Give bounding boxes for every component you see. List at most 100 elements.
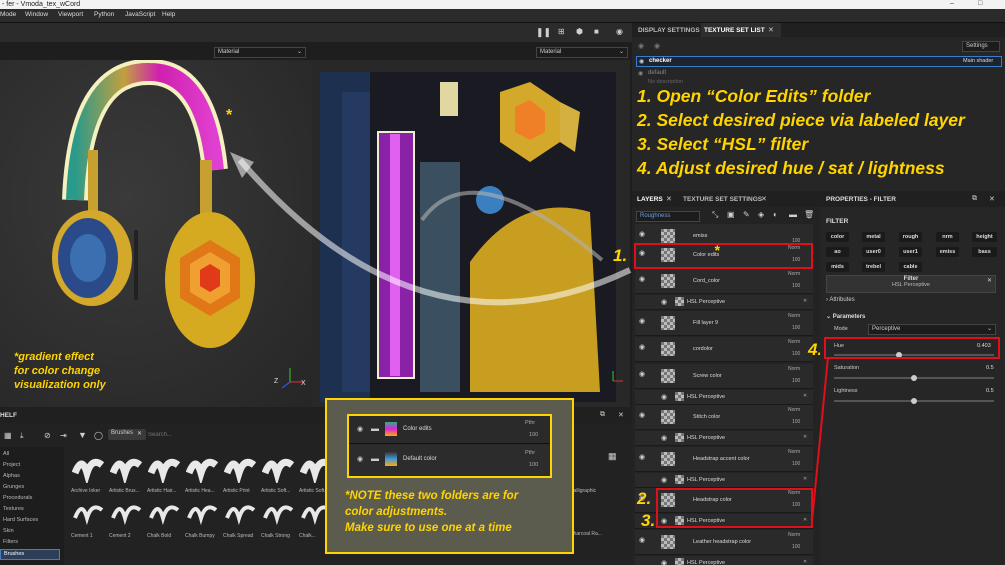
brush-label[interactable]: Chalk Spread xyxy=(223,533,253,539)
close-icon[interactable]: ✕ xyxy=(803,476,807,482)
chip-color[interactable]: color xyxy=(826,232,849,242)
eye-icon[interactable]: ◉ xyxy=(639,58,644,65)
close-icon[interactable]: ✕ xyxy=(803,559,807,565)
tab-texture-set-list[interactable]: TEXTURE SET LIST xyxy=(704,27,765,34)
chip-ao[interactable]: ao xyxy=(826,247,849,257)
chip-trebel[interactable]: trebel xyxy=(862,262,885,272)
blend-mode[interactable]: Norm xyxy=(788,449,800,455)
close-icon[interactable]: ✕ xyxy=(987,277,992,284)
eye-icon[interactable]: ◉ xyxy=(654,42,660,50)
lightness-slider[interactable] xyxy=(834,398,994,404)
close-icon[interactable]: ✕ xyxy=(618,411,624,419)
category-hard-surfaces[interactable]: Hard Surfaces xyxy=(3,517,38,523)
menu-mode[interactable]: Mode xyxy=(0,11,16,18)
eye-icon[interactable]: ◉ xyxy=(639,453,645,461)
brush-preview[interactable] xyxy=(224,451,258,483)
eye-icon[interactable]: ◉ xyxy=(661,476,667,484)
brush-label[interactable]: Cement 1 xyxy=(71,533,93,539)
chip-metal[interactable]: metal xyxy=(862,232,885,242)
opacity-value[interactable]: 100 xyxy=(792,325,800,331)
category-textures[interactable]: Textures xyxy=(3,506,24,512)
chip-emiss[interactable]: emiss xyxy=(936,247,959,257)
layer-row[interactable]: ◉ Stitch color Norm 100 xyxy=(635,405,813,430)
trash-icon[interactable]: 🗑 xyxy=(804,210,814,219)
brush-preview[interactable] xyxy=(186,451,220,483)
filter-row[interactable]: ◉ HSL Perceptive ✕ xyxy=(635,390,813,405)
brush-label[interactable]: Cement 2 xyxy=(109,533,131,539)
chip-height[interactable]: height xyxy=(972,232,997,242)
layer-row[interactable]: ◉ cordolor Norm 100 xyxy=(635,337,813,362)
parameters-section[interactable]: ⌄ Parameters xyxy=(826,313,865,320)
brush-icon[interactable]: ✎ xyxy=(743,210,750,219)
eye-icon[interactable]: ◉ xyxy=(661,298,667,306)
cube-icon[interactable]: ⬢ xyxy=(576,27,583,36)
menu-viewport[interactable]: Viewport xyxy=(58,11,83,18)
maximize-button[interactable]: □ xyxy=(978,0,982,7)
filter-row[interactable]: ◉ HSL Perceptive ✕ xyxy=(635,473,813,488)
video-icon[interactable]: ■ xyxy=(594,27,599,36)
opacity-value[interactable]: 100 xyxy=(792,283,800,289)
clear-filter-icon[interactable]: ◯ xyxy=(94,431,103,440)
channel-dropdown[interactable]: Roughness xyxy=(636,211,700,222)
filter-row[interactable]: ◉ HSL Perceptive ✕ xyxy=(635,556,813,565)
brush-preview[interactable] xyxy=(186,496,220,528)
chip-mids[interactable]: mids xyxy=(826,262,849,272)
layer-row[interactable]: ◉ Fill layer 9 Norm 100 xyxy=(635,311,813,336)
brush-label[interactable]: Artistic Print xyxy=(223,488,250,494)
brush-preview[interactable] xyxy=(110,496,144,528)
menu-help[interactable]: Help xyxy=(162,11,175,18)
saturation-slider[interactable] xyxy=(834,375,994,381)
eye-icon[interactable]: ◉ xyxy=(357,455,363,463)
brush-label[interactable]: Artistic Hair... xyxy=(147,488,176,494)
saturation-slider-knob[interactable] xyxy=(911,375,917,381)
filter-icon[interactable]: ▼ xyxy=(78,430,87,440)
blend-mode[interactable]: Norm xyxy=(788,366,800,372)
grid-view-icon[interactable]: ▦ xyxy=(608,451,617,462)
blend-mode[interactable]: Norm xyxy=(788,271,800,277)
fill-icon[interactable]: ◈ xyxy=(758,210,764,219)
tab-display-settings[interactable]: DISPLAY SETTINGS xyxy=(638,27,700,34)
category-alphas[interactable]: Alphas xyxy=(3,473,20,479)
eye-icon[interactable]: ◉ xyxy=(661,434,667,442)
settings-dropdown[interactable]: Settings xyxy=(962,41,1000,52)
brush-preview[interactable] xyxy=(110,451,144,483)
shelf-search-input[interactable] xyxy=(148,429,268,440)
brush-label[interactable]: Artistic Brus... xyxy=(109,488,140,494)
material-select-right[interactable]: Material ⌄ xyxy=(536,47,628,58)
menu-window[interactable]: Window xyxy=(25,11,48,18)
hide-icon[interactable]: ⊘ xyxy=(44,431,51,440)
smart-material-icon[interactable]: ◐ xyxy=(773,210,778,219)
brush-label[interactable]: Chalk... xyxy=(299,533,316,539)
close-icon[interactable]: ✕ xyxy=(803,393,807,399)
saturation-value[interactable]: 0.5 xyxy=(986,365,994,371)
brush-preview[interactable] xyxy=(148,496,182,528)
pause-icon[interactable]: ❚❚ xyxy=(536,27,551,38)
eye-icon[interactable]: ◉ xyxy=(638,42,644,50)
blend-mode[interactable]: Norm xyxy=(788,532,800,538)
brush-preview[interactable] xyxy=(224,496,258,528)
category-brushes[interactable]: Brushes xyxy=(0,549,60,560)
chip-nrm[interactable]: nrm xyxy=(936,232,959,242)
opacity-value[interactable]: 100 xyxy=(792,419,800,425)
folder-icon[interactable]: ▬ xyxy=(789,210,797,219)
category-procedurals[interactable]: Procedurals xyxy=(3,495,32,501)
layer-row[interactable]: ◉ Screw color Norm 100 xyxy=(635,364,813,389)
material-select-left[interactable]: Material ⌄ xyxy=(214,47,306,58)
brush-preview[interactable] xyxy=(72,451,106,483)
close-icon[interactable]: ✕ xyxy=(768,26,774,34)
lightness-value[interactable]: 0.5 xyxy=(986,388,994,394)
attributes-section[interactable]: › Attributes xyxy=(826,297,855,303)
effect-icon[interactable]: ⤡ xyxy=(712,210,718,220)
menu-javascript[interactable]: JavaScript xyxy=(125,11,155,18)
close-icon[interactable]: ✕ xyxy=(803,298,807,304)
chip-bass[interactable]: bass xyxy=(972,247,997,257)
opacity-value[interactable]: 100 xyxy=(792,378,800,384)
brush-preview[interactable] xyxy=(262,451,296,483)
category-project[interactable]: Project xyxy=(3,462,20,468)
filter-selector[interactable]: Filter HSL Perceptive ✕ xyxy=(826,275,996,293)
brush-label[interactable]: Artistic Hea... xyxy=(185,488,215,494)
brush-preview[interactable] xyxy=(72,496,106,528)
eye-icon[interactable]: ◉ xyxy=(639,343,645,351)
camera-icon[interactable]: ◉ xyxy=(616,27,623,36)
eye-icon[interactable]: ◉ xyxy=(639,536,645,544)
